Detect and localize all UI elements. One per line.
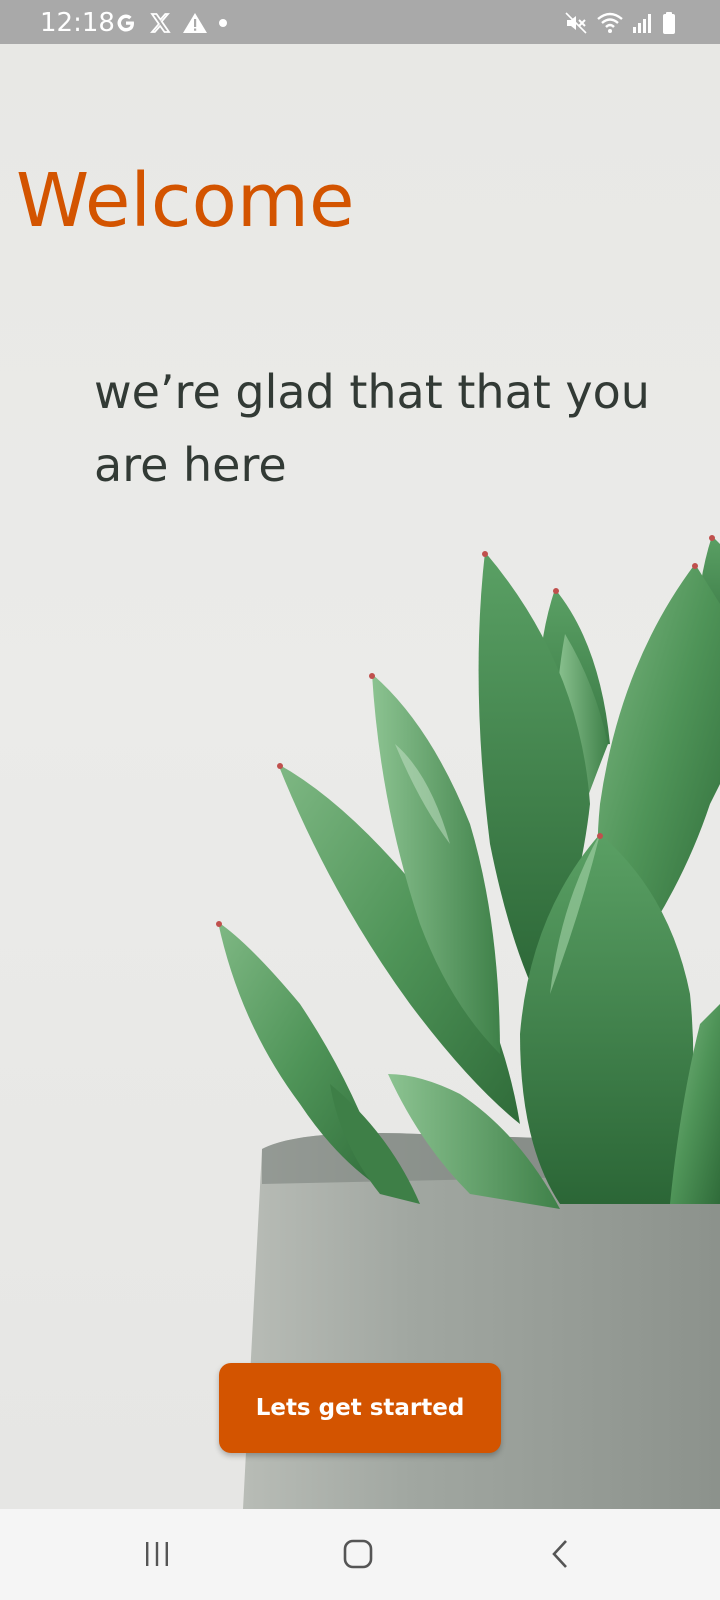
system-navigation-bar [0, 1509, 720, 1600]
status-time: 12:18 [40, 8, 115, 38]
recents-button[interactable] [127, 1529, 187, 1579]
warning-icon [182, 11, 208, 35]
home-button[interactable] [328, 1529, 388, 1579]
welcome-subtitle: we’re glad that that you are here [94, 365, 650, 492]
recents-icon [142, 1539, 172, 1569]
status-system-icons [564, 8, 676, 38]
google-icon [114, 11, 138, 35]
succulent-plant-image [216, 535, 720, 1509]
mute-icon [564, 11, 588, 35]
back-icon [548, 1538, 572, 1570]
welcome-title: Welcome [16, 158, 355, 244]
battery-icon [662, 11, 676, 35]
welcome-screen: Welcome we’re glad that that you are her… [0, 44, 720, 1509]
signal-icon [632, 11, 654, 35]
dot-icon [218, 11, 228, 35]
home-icon [342, 1538, 374, 1570]
back-button[interactable] [530, 1529, 590, 1579]
x-icon [148, 11, 172, 35]
wifi-icon [596, 11, 624, 35]
lets-get-started-button[interactable]: Lets get started [219, 1363, 501, 1453]
status-bar: 12:18 [0, 0, 720, 44]
status-notification-icons [114, 8, 228, 38]
